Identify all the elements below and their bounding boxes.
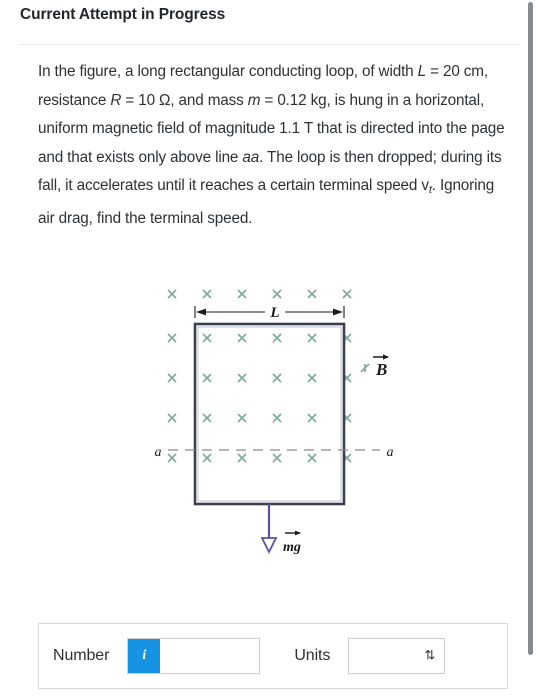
chevron-up-down-icon: ⇅ xyxy=(424,648,436,664)
scrollbar-track[interactable] xyxy=(528,0,541,700)
units-select-dropdown[interactable]: ⇅ xyxy=(348,638,446,674)
field-label-B: B xyxy=(375,360,387,379)
problem-statement: In the figure, a long rectangular conduc… xyxy=(38,58,508,233)
question-page: Current Attempt in Progress In the figur… xyxy=(0,0,541,700)
variable-R: R xyxy=(110,91,122,109)
number-answer-input[interactable] xyxy=(160,639,260,673)
number-field-label: Number xyxy=(53,647,110,664)
line-label-a-right: a xyxy=(387,445,394,460)
units-field-label: Units xyxy=(294,647,331,664)
physics-figure: L a a B mg xyxy=(140,280,410,570)
weight-label-vector-arrow xyxy=(285,530,301,536)
conducting-loop-rect xyxy=(193,322,346,506)
line-label-a-left: a xyxy=(155,445,162,460)
width-label-L: L xyxy=(269,305,279,321)
line-label-aa: aa xyxy=(242,148,260,166)
field-mark-near-B xyxy=(360,363,370,373)
weight-force-arrow xyxy=(260,504,278,555)
number-input-group: i xyxy=(127,638,261,674)
problem-text-part-3: = 10 Ω, and mass xyxy=(121,91,248,109)
conducting-loop-inner-highlight xyxy=(197,326,342,502)
weight-label-mg: mg xyxy=(283,540,301,555)
answer-entry-panel: Number i Units ⇅ xyxy=(38,623,508,689)
page-title: Current Attempt in Progress xyxy=(20,6,226,23)
info-icon-button[interactable]: i xyxy=(128,639,161,673)
variable-m: m xyxy=(247,91,261,109)
header-divider xyxy=(20,44,520,45)
variable-L: L xyxy=(417,63,427,80)
magnetic-field-vector-label: B xyxy=(360,354,389,379)
problem-text-part-1: In the figure, a long rectangular conduc… xyxy=(38,63,418,80)
scrollbar-thumb[interactable] xyxy=(528,2,533,655)
